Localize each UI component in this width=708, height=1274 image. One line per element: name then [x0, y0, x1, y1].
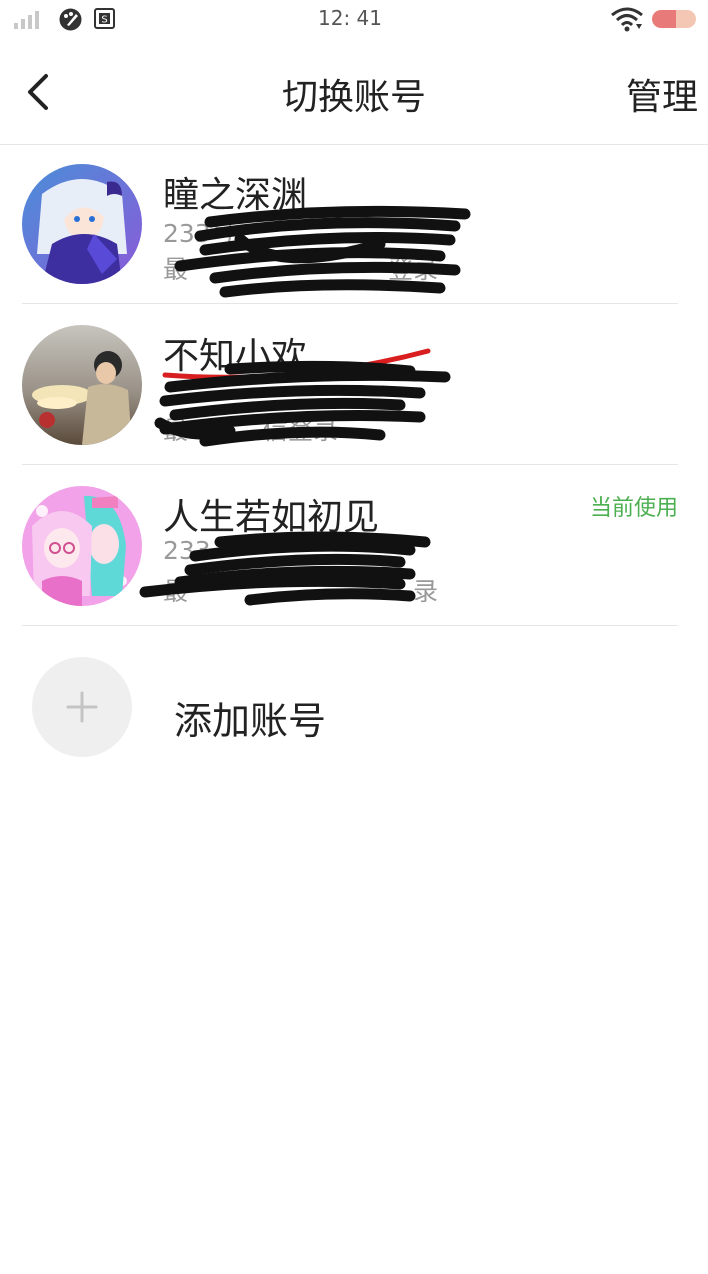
account-name: 不知小欢	[163, 336, 308, 377]
plus-icon	[66, 691, 98, 723]
signal-icon	[14, 11, 39, 29]
pink-anime-girls-avatar-icon	[22, 486, 142, 606]
wifi-icon	[611, 7, 643, 32]
avatar	[22, 486, 142, 606]
divider	[22, 464, 678, 465]
avatar	[22, 325, 142, 445]
manage-button[interactable]: 管理	[626, 68, 698, 120]
account-last-login: 最 信登录	[163, 411, 338, 447]
avatar	[22, 164, 142, 284]
page-title: 切换账号	[281, 77, 426, 118]
account-item[interactable]: 不知小欢 最 信登录	[0, 305, 708, 465]
anime-boy-sunset-avatar-icon	[22, 325, 142, 445]
last-login-suffix: 登录	[388, 255, 439, 284]
last-login-suffix: 信登录	[263, 416, 339, 445]
account-id: 233	[163, 536, 211, 565]
last-login-prefix: 最	[163, 255, 189, 284]
divider	[22, 303, 678, 304]
battery-indicator	[652, 10, 696, 28]
current-account-badge: 当前使用	[589, 496, 678, 521]
add-account-button[interactable]: 添加账号	[0, 626, 708, 786]
last-login-suffix: 录	[413, 577, 439, 606]
account-item[interactable]: 瞳之深渊 233号 最 登录	[0, 144, 708, 304]
back-button[interactable]	[18, 68, 62, 116]
account-id: 233号	[163, 219, 236, 248]
last-login-prefix: 最	[163, 577, 189, 606]
status-time: 12: 41	[318, 6, 382, 30]
anime-girl-avatar-icon	[22, 164, 142, 284]
account-name: 人生若如初见	[163, 497, 380, 538]
palette-icon	[59, 8, 82, 31]
svg-text:S: S	[101, 15, 107, 26]
add-account-label: 添加账号	[174, 699, 327, 743]
status-bar: S 12: 41	[0, 0, 708, 40]
nav-bar: 切换账号 管理	[0, 40, 708, 145]
account-name: 瞳之深渊	[163, 175, 308, 216]
account-last-login: 最录	[163, 572, 438, 608]
last-login-prefix: 最	[163, 416, 189, 445]
s-app-icon: S	[94, 8, 115, 29]
battery-fill	[652, 10, 677, 28]
account-item-current[interactable]: 人生若如初见 233 最录 当前使用	[0, 466, 708, 626]
add-account-circle[interactable]	[32, 657, 132, 757]
account-last-login: 最 登录	[163, 250, 438, 286]
